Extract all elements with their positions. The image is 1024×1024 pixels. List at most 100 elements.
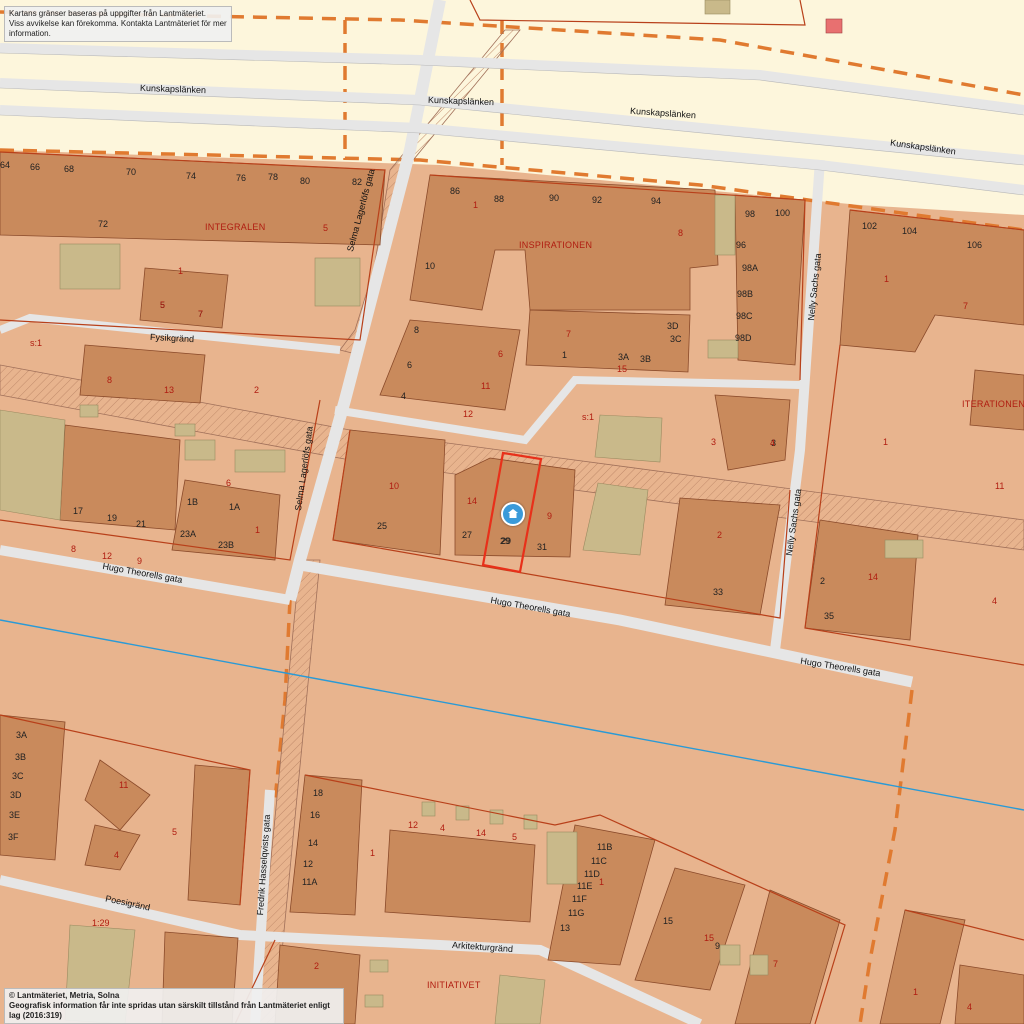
parcel-number: 7 <box>566 329 572 339</box>
parcel-number: 12 <box>102 551 113 561</box>
parcel-number: 8 <box>107 375 113 385</box>
address-number: 3F <box>8 832 19 842</box>
parcel-number: 7 <box>963 301 969 311</box>
address-number: 90 <box>549 193 560 203</box>
block-label-inspirationen: INSPIRATIONEN <box>519 240 593 250</box>
poi-marker[interactable] <box>825 18 843 34</box>
home-marker-icon[interactable] <box>501 502 525 526</box>
parcel-number: 6 <box>226 478 232 488</box>
address-number: 31 <box>537 542 548 552</box>
address-number: 3B <box>15 752 27 762</box>
address-number: 78 <box>268 172 279 182</box>
address-number: 72 <box>98 219 109 229</box>
parcel-number: 3 <box>711 437 717 447</box>
block-label-iterationen: ITERATIONEN <box>962 399 1024 409</box>
address-number: 92 <box>592 195 603 205</box>
parcel-number: 14 <box>868 572 879 582</box>
parcel-number: 4 <box>992 596 998 606</box>
address-number: 96 <box>736 240 747 250</box>
parcel-number: 1 <box>599 877 605 887</box>
address-number: 11D <box>584 869 600 879</box>
address-number: 98 <box>745 209 756 219</box>
address-number: 64 <box>0 160 11 170</box>
parcel-number: 8 <box>678 228 684 238</box>
address-number: 100 <box>775 208 791 218</box>
map-disclaimer-top: Kartans gränser baseras på uppgifter frå… <box>4 6 232 42</box>
parcel-number: 4 <box>440 823 446 833</box>
copyright-line-2: Geografisk information får inte spridas … <box>9 1001 330 1020</box>
address-number: 11F <box>572 894 587 904</box>
parcel-number: 1 <box>913 987 919 997</box>
copyright-line-1: © Lantmäteriet, Metria, Solna <box>9 991 120 1000</box>
parcel-number: 11 <box>995 481 1005 491</box>
address-number: 3D <box>667 321 679 331</box>
parcel-number: 1 <box>370 848 376 858</box>
parcel-number: 13 <box>164 385 175 395</box>
address-number: 4 <box>401 391 407 401</box>
address-number: 18 <box>313 788 324 798</box>
address-number: 98C <box>736 311 753 321</box>
address-number: 3B <box>640 354 652 364</box>
parcel-number: 4 <box>114 850 120 860</box>
address-number: 102 <box>862 221 878 231</box>
parcel-number: 5 <box>172 827 178 837</box>
parcel-number: 1 <box>883 437 889 447</box>
parcel-number: 10 <box>389 481 400 491</box>
parcel-number: 5 <box>323 223 329 233</box>
address-number: 9 <box>715 941 721 951</box>
address-number: 11B <box>597 842 613 852</box>
address-number: 82 <box>352 177 363 187</box>
address-number: 1B <box>187 497 199 507</box>
address-number: 16 <box>310 810 321 820</box>
address-number: 74 <box>186 171 197 181</box>
parcel-number: 12 <box>408 820 419 830</box>
address-number: 106 <box>967 240 983 250</box>
address-number: 15 <box>663 916 674 926</box>
parcel-number: 2 <box>314 961 320 971</box>
parcel-number: 1 <box>178 266 184 276</box>
address-number: 35 <box>824 611 835 621</box>
parcel-number: 12 <box>463 409 474 419</box>
address-number: 88 <box>494 194 505 204</box>
address-number: 12 <box>303 859 314 869</box>
parcel-number: 15 <box>704 933 715 943</box>
address-number: 3E <box>9 810 21 820</box>
parcel-number: 7 <box>198 309 204 319</box>
address-number: 68 <box>64 164 75 174</box>
address-number: 13 <box>560 923 571 933</box>
parcel-number: 11 <box>481 381 491 391</box>
address-number: 94 <box>651 196 662 206</box>
address-number: 104 <box>902 226 918 236</box>
address-number: 1A <box>229 502 241 512</box>
address-number: 25 <box>377 521 388 531</box>
parcel-number: 8 <box>71 544 77 554</box>
address-number: 3D <box>10 790 22 800</box>
address-number: 66 <box>30 162 41 172</box>
parcel-number: 1 <box>884 274 890 284</box>
address-number: 19 <box>107 513 118 523</box>
address-number: 98D <box>735 333 752 343</box>
address-number: 33 <box>713 587 724 597</box>
address-number: 1 <box>562 350 568 360</box>
address-number: 70 <box>126 167 137 177</box>
address-number: 10 <box>425 261 436 271</box>
address-number: 76 <box>236 173 247 183</box>
parcel-number: 6 <box>498 349 504 359</box>
address-number: 11C <box>591 856 607 866</box>
parcel-number: 4 <box>770 438 776 448</box>
block-label-integralen: INTEGRALEN <box>205 222 266 232</box>
selected-property-label: 29 <box>501 536 512 546</box>
address-number: 11G <box>568 908 585 918</box>
address-number: 3C <box>670 334 682 344</box>
address-number: 14 <box>308 838 319 848</box>
address-number: 3A <box>16 730 28 740</box>
address-number: 6 <box>407 360 413 370</box>
parcel-number: 2 <box>254 385 260 395</box>
parcel-number: 5 <box>512 832 518 842</box>
parcel-number: 14 <box>467 496 478 506</box>
address-number: 27 <box>462 530 473 540</box>
parcel-number: 5 <box>160 300 166 310</box>
address-number: 3C <box>12 771 24 781</box>
parcel-number: 7 <box>773 959 779 969</box>
plan-label-s1-east: s:1 <box>582 412 595 422</box>
